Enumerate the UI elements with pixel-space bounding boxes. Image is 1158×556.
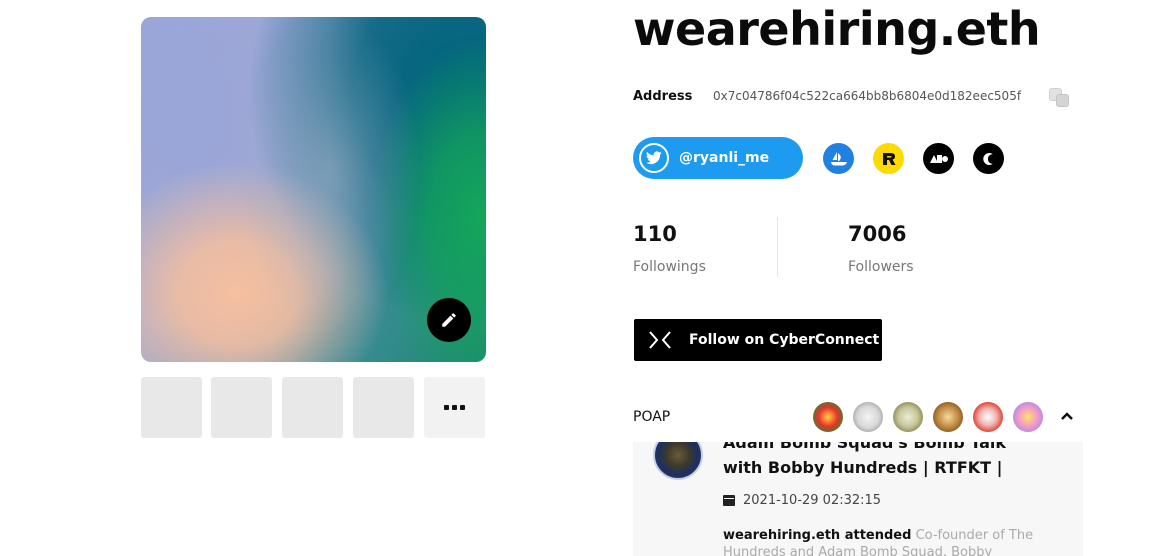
poap-event-icon — [653, 442, 703, 480]
stats-divider — [777, 217, 778, 277]
nft-thumbnail[interactable] — [353, 377, 414, 438]
more-icon-dot — [460, 405, 465, 410]
twitter-link[interactable]: @ryanli_me — [633, 137, 803, 179]
poap-attendee: wearehiring.eth attended — [723, 528, 912, 543]
followings-label: Followings — [633, 259, 706, 275]
chevron-up-icon[interactable] — [1059, 408, 1075, 424]
poap-badge[interactable] — [893, 402, 923, 432]
followings-count[interactable]: 110 — [633, 222, 677, 246]
wallet-address: 0x7c04786f04c522ca664bb8b6804e0d182eec50… — [713, 89, 1022, 103]
poap-label: POAP — [633, 409, 671, 425]
poap-event-date-row: 2021-10-29 02:32:15 — [723, 493, 881, 508]
poap-event-description-block: wearehiring.eth attended Co-founder of T… — [723, 527, 1063, 556]
edit-avatar-button[interactable] — [427, 298, 471, 342]
follow-on-cyberconnect-button[interactable]: Follow on CyberConnect — [634, 319, 882, 361]
poap-badge[interactable] — [933, 402, 963, 432]
poap-event-title[interactable]: Adam Bomb Squad's Bomb Talk with Bobby H… — [723, 442, 1043, 480]
calendar-icon — [723, 495, 735, 506]
edit-icon — [442, 313, 456, 327]
poap-badge[interactable] — [973, 402, 1003, 432]
followers-label: Followers — [848, 259, 914, 275]
opensea-icon[interactable] — [823, 143, 854, 174]
nft-thumbnail[interactable] — [141, 377, 202, 438]
more-icon — [444, 405, 449, 410]
more-nfts-button[interactable] — [424, 377, 485, 438]
followers-count[interactable]: 7006 — [848, 222, 906, 246]
poap-event-date: 2021-10-29 02:32:15 — [743, 493, 882, 508]
poap-badge[interactable] — [813, 402, 843, 432]
rarible-icon[interactable] — [873, 143, 904, 174]
profile-name: wearehiring.eth — [633, 2, 1041, 56]
nft-thumbnail[interactable] — [211, 377, 272, 438]
poap-event-card: Adam Bomb Squad's Bomb Talk with Bobby H… — [633, 442, 1083, 556]
foundation-icon[interactable] — [923, 143, 954, 174]
follow-button-label: Follow on CyberConnect — [689, 332, 880, 348]
cyberconnect-icon[interactable] — [973, 143, 1004, 174]
cyberconnect-logo-icon — [649, 331, 671, 349]
nft-thumbnail[interactable] — [282, 377, 343, 438]
copy-icon-front — [1056, 94, 1069, 107]
poap-badge[interactable] — [1013, 402, 1043, 432]
address-label: Address — [633, 89, 693, 104]
poap-badge[interactable] — [853, 402, 883, 432]
twitter-handle: @ryanli_me — [679, 150, 770, 166]
copy-icon[interactable] — [1049, 88, 1071, 108]
more-icon-dot — [452, 405, 457, 410]
twitter-icon — [639, 143, 669, 173]
